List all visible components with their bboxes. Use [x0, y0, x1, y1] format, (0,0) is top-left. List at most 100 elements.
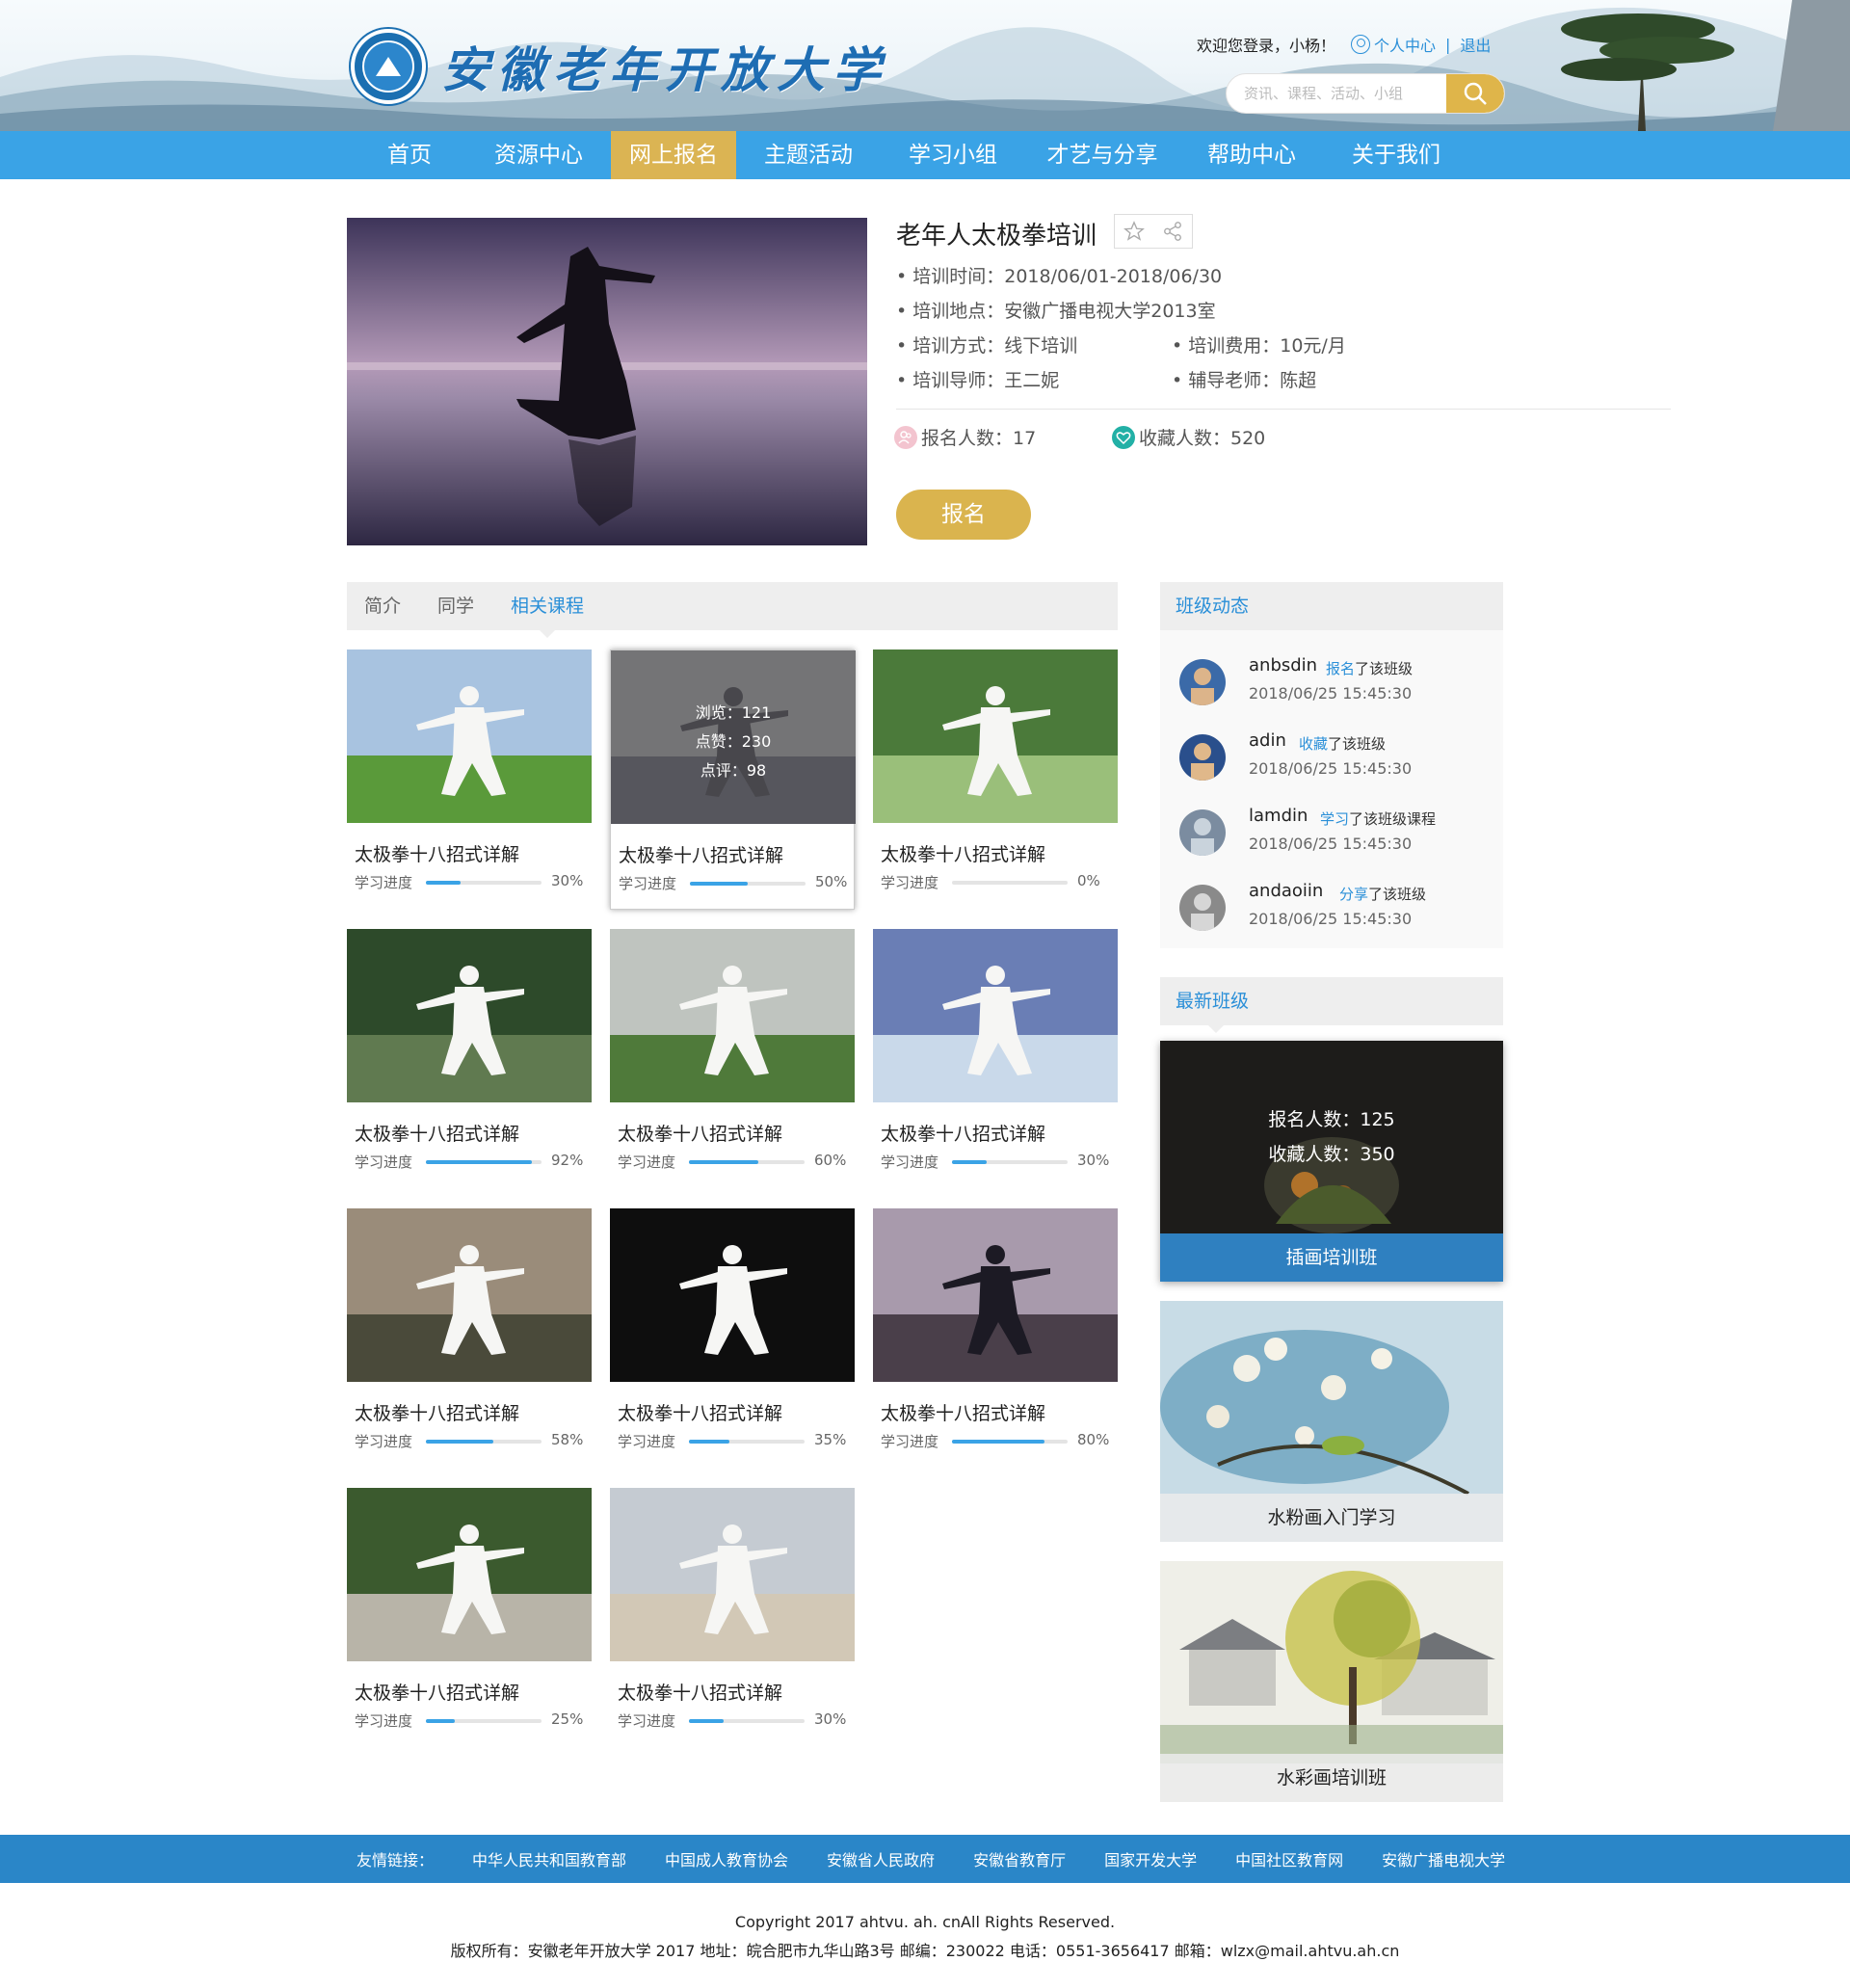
activity-object: 了该班级课程: [1349, 810, 1437, 828]
search-box: [1226, 73, 1505, 114]
nav-item[interactable]: 首页: [353, 131, 466, 179]
progress-fill: [690, 882, 748, 886]
course-card[interactable]: 太极拳十八招式详解 学习进度 30%: [347, 649, 592, 910]
action-box: [1114, 214, 1193, 249]
user-center-label: 个人中心: [1374, 37, 1437, 55]
university-emblem-icon: [351, 29, 426, 104]
progress-label: 学习进度: [355, 1712, 413, 1730]
site-header: 安徽老年开放大学 欢迎您登录，小杨！ 个人中心 | 退出: [0, 0, 1850, 131]
separator: |: [1445, 35, 1451, 54]
nav-item[interactable]: 网上报名: [611, 131, 736, 179]
course-card[interactable]: 太极拳十八招式详解 学习进度 60%: [610, 929, 855, 1189]
class-name: 水粉画入门学习: [1160, 1494, 1503, 1542]
activity-user[interactable]: anbsdin: [1249, 655, 1317, 676]
course-title: 太极拳十八招式详解: [618, 1124, 783, 1145]
classes-header: 最新班级: [1160, 977, 1503, 1033]
course-stat: 点赞：230: [695, 732, 772, 751]
activity-list: anbsdin 报名了该班级 2018/06/25 15:45:30 adin 收藏了该…: [1160, 630, 1503, 948]
progress-value: 30%: [814, 1710, 847, 1728]
progress-value: 60%: [814, 1152, 847, 1169]
user-bar: 欢迎您登录，小杨！ 个人中心 | 退出: [1197, 33, 1491, 56]
progress-bar: [952, 1160, 1068, 1164]
course-title: 太极拳十八招式详解: [355, 1124, 520, 1145]
avatar[interactable]: [1179, 659, 1226, 705]
activity-item: andaoiin 分享了该班级 2018/06/25 15:45:30: [1179, 881, 1488, 939]
avatar[interactable]: [1179, 885, 1226, 931]
course-card[interactable]: 太极拳十八招式详解 学习进度 80%: [873, 1208, 1118, 1469]
friend-link[interactable]: 中国社区教育网: [1235, 1847, 1343, 1870]
course-card[interactable]: 太极拳十八招式详解 学习进度 25%: [347, 1488, 592, 1748]
tab-related-courses[interactable]: 相关课程: [511, 582, 584, 638]
progress-label: 学习进度: [619, 875, 677, 892]
course-title: 太极拳十八招式详解: [618, 1403, 783, 1424]
course-stat: 点评：98: [700, 761, 767, 780]
progress-fill: [689, 1440, 729, 1444]
friend-link[interactable]: 中国成人教育协会: [665, 1847, 788, 1870]
share-button[interactable]: [1153, 215, 1192, 248]
copyright-line: Copyright 2017 ahtvu. ah. cnAll Rights R…: [734, 1913, 1116, 1931]
nav-item[interactable]: 关于我们: [1324, 131, 1468, 179]
class-card[interactable]: 报名人数：125 收藏人数：350 插画培训班: [1160, 1041, 1503, 1282]
course-card[interactable]: 太极拳十八招式详解 学习进度 30%: [610, 1488, 855, 1748]
nav-item[interactable]: 学习小组: [881, 131, 1025, 179]
favorite-button[interactable]: [1115, 215, 1153, 248]
course-stat: 浏览：121: [695, 703, 772, 722]
course-card[interactable]: 太极拳十八招式详解 学习进度 92%: [347, 929, 592, 1189]
activity-verb: 报名: [1326, 660, 1356, 677]
info-mentor: • 培训导师：王二妮: [896, 370, 1060, 391]
site-info-line: 版权所有：安徽老年开放大学 2017 地址：皖合肥市九华山路3号 邮编：2300…: [450, 1942, 1400, 1960]
logout-link[interactable]: 退出: [1460, 33, 1491, 56]
site-logo[interactable]: 安徽老年开放大学: [351, 29, 888, 104]
tab-classmates[interactable]: 同学: [437, 582, 474, 630]
activity-user[interactable]: andaoiin: [1249, 881, 1323, 901]
search-button[interactable]: [1446, 74, 1504, 113]
progress-bar: [952, 1440, 1068, 1444]
course-title: 太极拳十八招式详解: [881, 1403, 1046, 1424]
class-card[interactable]: 水粉画入门学习: [1160, 1301, 1503, 1542]
friend-link[interactable]: 安徽广播电视大学: [1382, 1847, 1505, 1870]
info-time: • 培训时间：2018/06/01-2018/06/30: [896, 266, 1223, 287]
friend-link[interactable]: 国家开发大学: [1104, 1847, 1197, 1870]
activity-action: 报名了该班级: [1326, 658, 1413, 678]
progress-fill: [426, 1719, 455, 1723]
activity-object: 了该班级: [1368, 886, 1427, 903]
tab-intro[interactable]: 简介: [364, 582, 401, 630]
progress-bar: [426, 881, 542, 885]
activity-user[interactable]: adin: [1249, 730, 1286, 751]
progress-bar: [689, 1719, 805, 1723]
avatar[interactable]: [1179, 734, 1226, 781]
progress-label: 学习进度: [618, 1433, 676, 1450]
activity-time: 2018/06/25 15:45:30: [1249, 835, 1413, 853]
nav-item[interactable]: 才艺与分享: [1025, 131, 1179, 179]
friend-link[interactable]: 中华人民共和国教育部: [472, 1847, 626, 1870]
nav-item[interactable]: 资源中心: [466, 131, 611, 179]
course-title: 太极拳十八招式详解: [618, 1683, 783, 1704]
course-card[interactable]: 太极拳十八招式详解学习进度 35%: [610, 1208, 855, 1469]
nav-item[interactable]: 主题活动: [736, 131, 881, 179]
progress-value: 30%: [551, 872, 584, 889]
enroll-button[interactable]: 报名: [896, 490, 1031, 540]
friend-link[interactable]: 安徽省教育厅: [973, 1847, 1066, 1870]
activity-time: 2018/06/25 15:45:30: [1249, 684, 1413, 702]
course-title: 太极拳十八招式详解: [355, 1403, 520, 1424]
course-card[interactable]: 浏览：121 点赞：230 点评：98 太极拳十八招式详解 学习进度 50%: [610, 649, 856, 910]
search-input[interactable]: [1227, 74, 1448, 113]
progress-label: 学习进度: [881, 1153, 939, 1171]
progress-bar: [689, 1160, 805, 1164]
friend-link[interactable]: 安徽省人民政府: [827, 1847, 935, 1870]
course-thumbnail: [873, 649, 1118, 823]
class-card[interactable]: 水彩画培训班: [1160, 1561, 1503, 1802]
progress-bar: [426, 1160, 542, 1164]
nav-item[interactable]: 帮助中心: [1179, 131, 1324, 179]
course-thumbnail: [610, 929, 855, 1102]
avatar[interactable]: [1179, 809, 1226, 856]
activity-user[interactable]: lamdin: [1249, 806, 1308, 826]
user-center-link[interactable]: 个人中心: [1351, 33, 1436, 56]
course-title: 太极拳十八招式详解: [355, 1683, 520, 1704]
progress-value: 35%: [814, 1431, 847, 1448]
progress-value: 80%: [1077, 1431, 1110, 1448]
info-mode: • 培训方式：线下培训: [896, 335, 1078, 357]
course-card[interactable]: 太极拳十八招式详解 学习进度 58%: [347, 1208, 592, 1469]
course-card[interactable]: 太极拳十八招式详解 学习进度 0%: [873, 649, 1118, 910]
course-card[interactable]: 太极拳十八招式详解 学习进度 30%: [873, 929, 1118, 1189]
